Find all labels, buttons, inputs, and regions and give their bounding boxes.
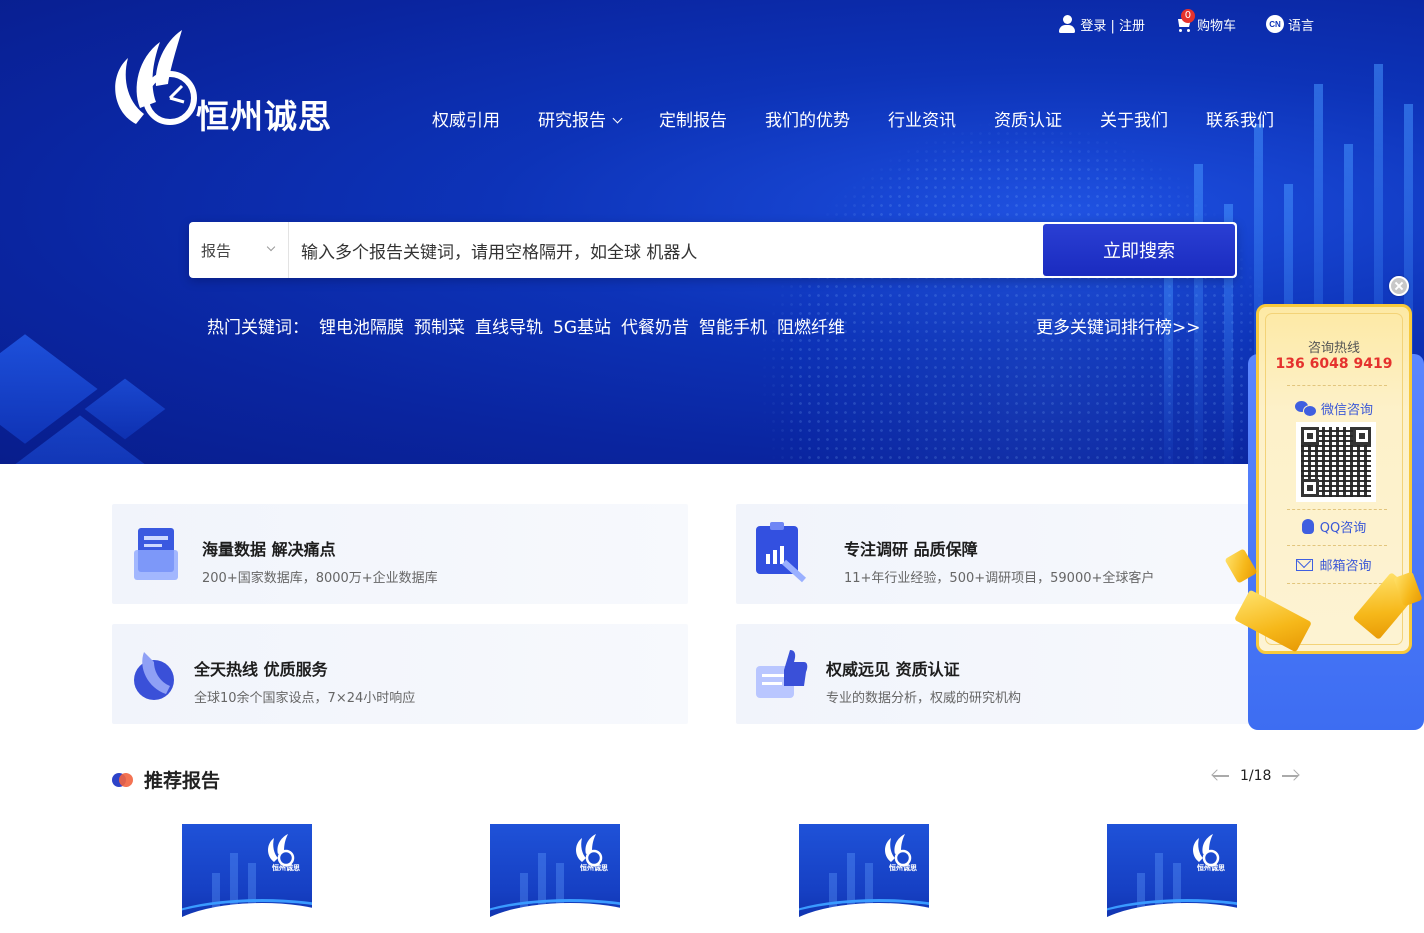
search-category-value: 报告 (201, 241, 232, 260)
feature-title: 权威远见 资质认证 (826, 660, 960, 679)
hot-keyword[interactable]: 5G基站 (553, 313, 611, 338)
recommend-pager: 1/18 (1212, 768, 1299, 784)
logo-mark-icon (115, 30, 197, 125)
report-card[interactable]: 恒州诚思 (1107, 824, 1237, 933)
feature-card-research: 专注调研 品质保障 11+年行业经验，500+调研项目，59000+全球客户 (736, 504, 1312, 604)
phone-support-icon (134, 652, 174, 700)
nav-item-certifications[interactable]: 资质认证 (994, 106, 1062, 131)
email-consult[interactable]: 邮箱咨询 (1259, 555, 1409, 574)
hero-banner: 恒州诚思 登录 | 注册 0 购物车 CN 语言 权威引用 研究报告 定制报告 … (0, 0, 1424, 464)
card-brand: 恒州诚思 (889, 864, 917, 872)
arrow-right-icon[interactable] (1281, 770, 1299, 782)
hotline-phone[interactable]: 136 6048 9419 (1259, 356, 1409, 372)
report-card[interactable]: 恒州诚思 (182, 824, 312, 933)
card-brand: 恒州诚思 (580, 864, 608, 872)
feature-card-service: 全天热线 优质服务 全球10余个国家设点，7×24小时响应 (112, 624, 688, 724)
search-button[interactable]: 立即搜索 (1043, 224, 1235, 276)
nav-item-advantages[interactable]: 我们的优势 (765, 106, 850, 131)
hot-keyword[interactable]: 智能手机 (699, 313, 767, 338)
hot-keyword[interactable]: 直线导轨 (475, 313, 543, 338)
qq-icon (1301, 519, 1314, 534)
cart-link[interactable]: 0 购物车 (1175, 9, 1236, 34)
pager-text: 1/18 (1240, 768, 1272, 784)
hot-keyword[interactable]: 代餐奶昔 (621, 313, 689, 338)
language-label[interactable]: 语言 (1288, 15, 1314, 34)
more-keywords-link[interactable]: 更多关键词排行榜>> (1036, 313, 1201, 338)
cube-graphic (0, 284, 260, 464)
main-nav: 权威引用 研究报告 定制报告 我们的优势 行业资讯 资质认证 关于我们 联系我们 (432, 106, 1274, 131)
cart-icon: 0 (1175, 9, 1195, 33)
top-utility-bar: 登录 | 注册 0 购物车 CN 语言 (1058, 9, 1314, 34)
brand-logo[interactable]: 恒州诚思 (110, 28, 360, 136)
nav-item-citations[interactable]: 权威引用 (432, 106, 500, 131)
feature-card-data: 海量数据 解决痛点 200+国家数据库，8000万+企业数据库 (112, 504, 688, 604)
login-link[interactable]: 登录 | 注册 (1058, 14, 1145, 34)
hot-keywords-label: 热门关键词： (207, 318, 309, 338)
language-icon: CN (1265, 15, 1284, 33)
nav-item-custom-reports[interactable]: 定制报告 (659, 106, 727, 131)
language-switch[interactable]: CN 语言 (1265, 15, 1314, 34)
nav-item-industry-news[interactable]: 行业资讯 (888, 106, 956, 131)
recommend-title-text: 推荐报告 (144, 770, 221, 792)
feature-title: 海量数据 解决痛点 (202, 540, 336, 559)
hot-keyword[interactable]: 锂电池隔膜 (319, 313, 404, 338)
hot-keyword[interactable]: 预制菜 (414, 313, 465, 338)
hot-keywords: 热门关键词： 锂电池隔膜 预制菜 直线导轨 5G基站 代餐奶昔 智能手机 阻燃纤… (207, 313, 845, 338)
document-icon (134, 528, 178, 580)
wechat-qr-code (1296, 422, 1376, 502)
user-icon (1058, 14, 1076, 34)
logo-text: 恒州诚思 (196, 97, 332, 136)
nav-item-label: 研究报告 (538, 111, 606, 131)
chevron-down-icon (612, 113, 623, 124)
feature-desc: 200+国家数据库，8000万+企业数据库 (202, 571, 438, 586)
nav-item-contact[interactable]: 联系我们 (1206, 106, 1274, 131)
arrow-left-icon[interactable] (1212, 770, 1230, 782)
thumbs-up-icon (756, 650, 808, 698)
qq-consult[interactable]: QQ咨询 (1259, 517, 1409, 536)
chevron-down-icon (266, 242, 276, 252)
feature-title: 专注调研 品质保障 (844, 540, 978, 559)
analytics-icon (756, 522, 807, 583)
recommend-section-title: 推荐报告 (112, 766, 220, 793)
wechat-icon (1294, 401, 1317, 417)
wechat-label: 微信咨询 (1320, 403, 1373, 418)
nav-item-research-reports[interactable]: 研究报告 (538, 106, 623, 131)
feature-desc: 全球10余个国家设点，7×24小时响应 (194, 691, 416, 706)
login-label[interactable]: 登录 | 注册 (1080, 15, 1145, 34)
mail-icon (1296, 558, 1314, 571)
hotline-label: 咨询热线 (1307, 341, 1360, 356)
search-bar: 报告 输入多个报告关键词，请用空格隔开，如全球 机器人 立即搜索 (189, 222, 1237, 278)
close-icon[interactable] (1389, 276, 1409, 296)
cart-count-badge: 0 (1180, 9, 1195, 23)
qq-label: QQ咨询 (1319, 521, 1367, 536)
feature-desc: 11+年行业经验，500+调研项目，59000+全球客户 (844, 571, 1155, 586)
cart-label[interactable]: 购物车 (1197, 15, 1236, 34)
search-category-select[interactable]: 报告 (189, 222, 289, 278)
consult-widget: 咨询热线 136 6048 9419 微信咨询 QQ咨询 邮箱咨询 (1224, 304, 1424, 730)
hot-keyword[interactable]: 阻燃纤维 (777, 313, 845, 338)
card-brand: 恒州诚思 (272, 864, 300, 872)
feature-title: 全天热线 优质服务 (194, 660, 328, 679)
feature-desc: 专业的数据分析，权威的研究机构 (826, 691, 1022, 706)
section-dot-icon (112, 772, 134, 788)
report-card[interactable]: 恒州诚思 (799, 824, 929, 933)
nav-item-about[interactable]: 关于我们 (1100, 106, 1168, 131)
card-brand: 恒州诚思 (1197, 864, 1225, 872)
wechat-consult[interactable]: 微信咨询 (1259, 399, 1409, 418)
search-input[interactable]: 输入多个报告关键词，请用空格隔开，如全球 机器人 (289, 222, 1041, 278)
report-card[interactable]: 恒州诚思 (490, 824, 620, 933)
email-label: 邮箱咨询 (1319, 559, 1372, 574)
feature-card-authority: 权威远见 资质认证 专业的数据分析，权威的研究机构 (736, 624, 1312, 724)
